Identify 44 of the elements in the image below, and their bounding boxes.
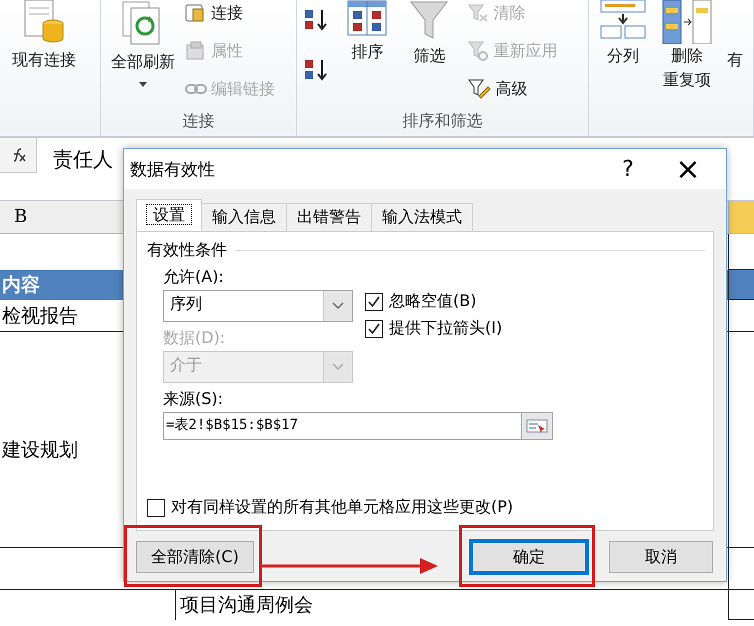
dialog-button[interactable]: 确定 [471,541,587,573]
clear-filter-icon [467,3,490,23]
chevron-icon [323,352,352,382]
funnel-icon [409,0,450,40]
chevron-icon [323,291,352,321]
table-cell [728,270,754,300]
dialog-button[interactable]: 取消 [609,541,713,573]
ribbon-button[interactable]: 现有连接 [8,0,80,72]
close-button[interactable]: × [658,150,718,188]
ribbon-button[interactable]: 高级 [467,76,558,102]
table-cell [728,590,754,620]
dialog-button[interactable]: 全部清除(C) [136,541,254,573]
ribbon-button[interactable]: 全部刷新 [107,0,179,87]
remove-duplicates-icon [661,0,713,44]
ribbon-button[interactable]: 连接 [185,0,275,26]
filter-pencil-icon [467,78,492,100]
ribbon-button[interactable]: 有 [723,0,747,72]
checkbox[interactable] [365,320,383,338]
ribbon-button[interactable]: 删除 重复项 [657,0,717,92]
sort-grid-icon [347,0,388,36]
group-label: 连接 [182,110,215,132]
ribbon-button[interactable]: 排序 [343,0,392,64]
group-label: 排序和筛选 [402,110,483,132]
split-columns-icon [599,0,647,40]
checkbox-label: 对有同样设置的所有其他单元格应用这些更改(P) [171,497,514,518]
ribbon-button[interactable]: 筛选 [405,0,454,68]
checkbox[interactable] [147,498,165,516]
table-cell: 项目沟通周例会 [175,590,728,620]
field-label: 允许(A): [163,267,225,288]
dialog-title: 数据有效性 [130,158,216,180]
table-cell [728,300,754,332]
sort-ascending-icon[interactable] [303,8,330,32]
ribbon-button[interactable]: 分列 [595,0,651,68]
tab[interactable]: 输入法模式 [371,203,473,231]
reapply-filter-icon [467,40,490,62]
function-icon[interactable] [0,138,37,173]
checkbox[interactable] [365,292,383,310]
tab[interactable]: 设置 [136,199,202,231]
section-title: 有效性条件 [147,240,227,261]
field-label: 来源(S): [162,389,224,410]
help-button[interactable]: ? [598,156,658,182]
sort-descending-icon[interactable] [303,58,330,82]
chain-link-icon [185,82,207,96]
dropdown[interactable]: 序列 [163,290,353,322]
